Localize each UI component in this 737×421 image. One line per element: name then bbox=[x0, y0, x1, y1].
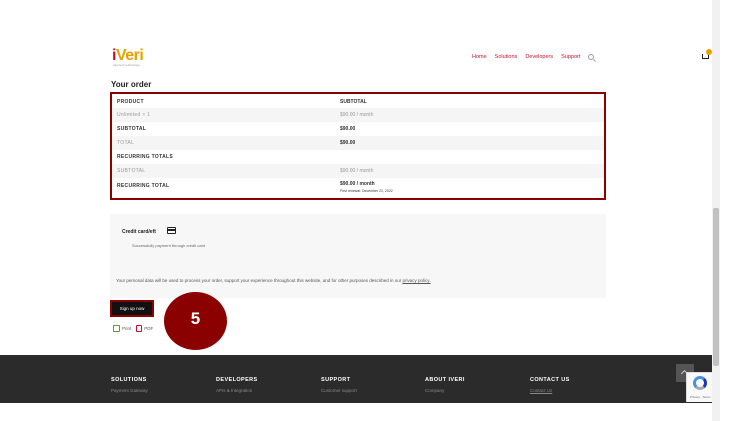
pdf-icon bbox=[136, 325, 143, 332]
subtotal-label: SUBTOTAL bbox=[117, 126, 147, 132]
footer-column-support: SUPPORT Customer support bbox=[321, 377, 357, 393]
footer-heading: DEVELOPERS bbox=[216, 377, 258, 383]
payment-method-label[interactable]: Credit card/eft bbox=[122, 229, 156, 235]
payment-description: Successfully payment through credit card bbox=[132, 243, 206, 248]
table-row: RECURRING TOTALS bbox=[112, 150, 604, 164]
site-footer: SOLUTIONS Payment Gateway DEVELOPERS API… bbox=[0, 355, 712, 403]
product-subtotal: $90.00 / month bbox=[340, 112, 374, 118]
table-row: PRODUCT SUBTOTAL bbox=[112, 96, 604, 108]
print-label: Print bbox=[122, 326, 132, 331]
table-row: RECURRING TOTAL $90.00 / month First ren… bbox=[112, 178, 604, 198]
footer-link[interactable]: Customer support bbox=[321, 388, 357, 393]
footer-heading: SOLUTIONS bbox=[111, 377, 147, 383]
order-title: Your order bbox=[111, 80, 152, 89]
recaptcha-icon bbox=[693, 376, 707, 390]
product-name: Unlimited × 1 bbox=[117, 112, 151, 118]
total-value: $90.00 bbox=[340, 140, 356, 146]
sign-up-button[interactable]: Sign up now bbox=[110, 300, 154, 317]
footer-heading: CONTACT US bbox=[530, 377, 570, 383]
privacy-text: Your personal data will be used to proce… bbox=[116, 278, 402, 283]
nav-home[interactable]: Home bbox=[472, 54, 487, 60]
footer-heading: ABOUT IVERI bbox=[425, 377, 465, 383]
scrollbar-thumb[interactable] bbox=[713, 208, 719, 366]
footer-column-solutions: SOLUTIONS Payment Gateway bbox=[111, 377, 148, 393]
print-pdf-row: Print PDF bbox=[113, 325, 153, 332]
recaptcha-badge[interactable]: Privacy - Terms bbox=[686, 372, 712, 402]
recurring-totals-heading: RECURRING TOTALS bbox=[117, 154, 174, 160]
step-number: 5 bbox=[190, 309, 201, 328]
iveri-logo[interactable]: iVeri payment technology bbox=[112, 47, 144, 67]
table-row: SUBTOTAL $90.00 / month bbox=[112, 164, 604, 178]
step-marker: 5 bbox=[164, 292, 227, 350]
footer-link[interactable]: Company bbox=[425, 388, 465, 393]
footer-column-contact: CONTACT US Contact Us bbox=[530, 377, 570, 393]
nav-solutions[interactable]: Solutions bbox=[495, 54, 518, 60]
col-header-product: PRODUCT bbox=[117, 99, 144, 105]
privacy-policy-link[interactable]: privacy policy. bbox=[403, 278, 431, 283]
credit-card-icon bbox=[167, 227, 176, 234]
recurring-subtotal-value: $90.00 / month bbox=[340, 168, 374, 174]
pdf-button[interactable]: PDF bbox=[136, 325, 153, 332]
sign-up-label: Sign up now bbox=[119, 306, 145, 311]
footer-link[interactable]: Contact Us bbox=[530, 388, 570, 393]
table-row: SUBTOTAL $90.00 bbox=[112, 122, 604, 136]
recurring-total-label: RECURRING TOTAL bbox=[117, 183, 170, 189]
footer-link[interactable]: Payment Gateway bbox=[111, 388, 148, 393]
table-row: Unlimited × 1 $90.00 / month bbox=[112, 108, 604, 122]
total-label: TOTAL bbox=[117, 140, 135, 146]
subtotal-value: $90.00 bbox=[340, 126, 356, 132]
recurring-subtotal-label: SUBTOTAL bbox=[117, 168, 146, 174]
table-row: TOTAL $90.00 bbox=[112, 136, 604, 150]
order-summary-table: PRODUCT SUBTOTAL Unlimited × 1 $90.00 / … bbox=[110, 92, 606, 200]
nav-support[interactable]: Support bbox=[561, 54, 580, 60]
main-nav: Home Solutions Developers Support bbox=[472, 54, 595, 60]
checkout-page: iVeri payment technology Home Solutions … bbox=[0, 0, 737, 421]
logo-tagline: payment technology bbox=[113, 63, 140, 67]
footer-column-developers: DEVELOPERS APIs & Integration bbox=[216, 377, 258, 393]
print-button[interactable]: Print bbox=[113, 325, 131, 332]
payment-method-box: Credit card/eft Successfully payment thr… bbox=[110, 214, 606, 298]
cart-icon[interactable] bbox=[702, 49, 712, 60]
footer-column-about: ABOUT IVERI Company bbox=[425, 377, 465, 393]
recaptcha-text: Privacy - Terms bbox=[690, 395, 711, 399]
col-header-subtotal: SUBTOTAL bbox=[340, 99, 367, 105]
nav-developers[interactable]: Developers bbox=[525, 54, 553, 60]
footer-heading: SUPPORT bbox=[321, 377, 351, 383]
first-renewal-note: First renewal: December 21, 2022 bbox=[340, 189, 393, 193]
pdf-label: PDF bbox=[144, 326, 154, 331]
privacy-notice: Your personal data will be used to proce… bbox=[116, 278, 430, 283]
printer-icon bbox=[113, 325, 120, 332]
footer-link[interactable]: APIs & Integration bbox=[216, 388, 258, 393]
recurring-total-value: $90.00 / month bbox=[340, 181, 375, 187]
search-icon[interactable] bbox=[588, 54, 595, 60]
